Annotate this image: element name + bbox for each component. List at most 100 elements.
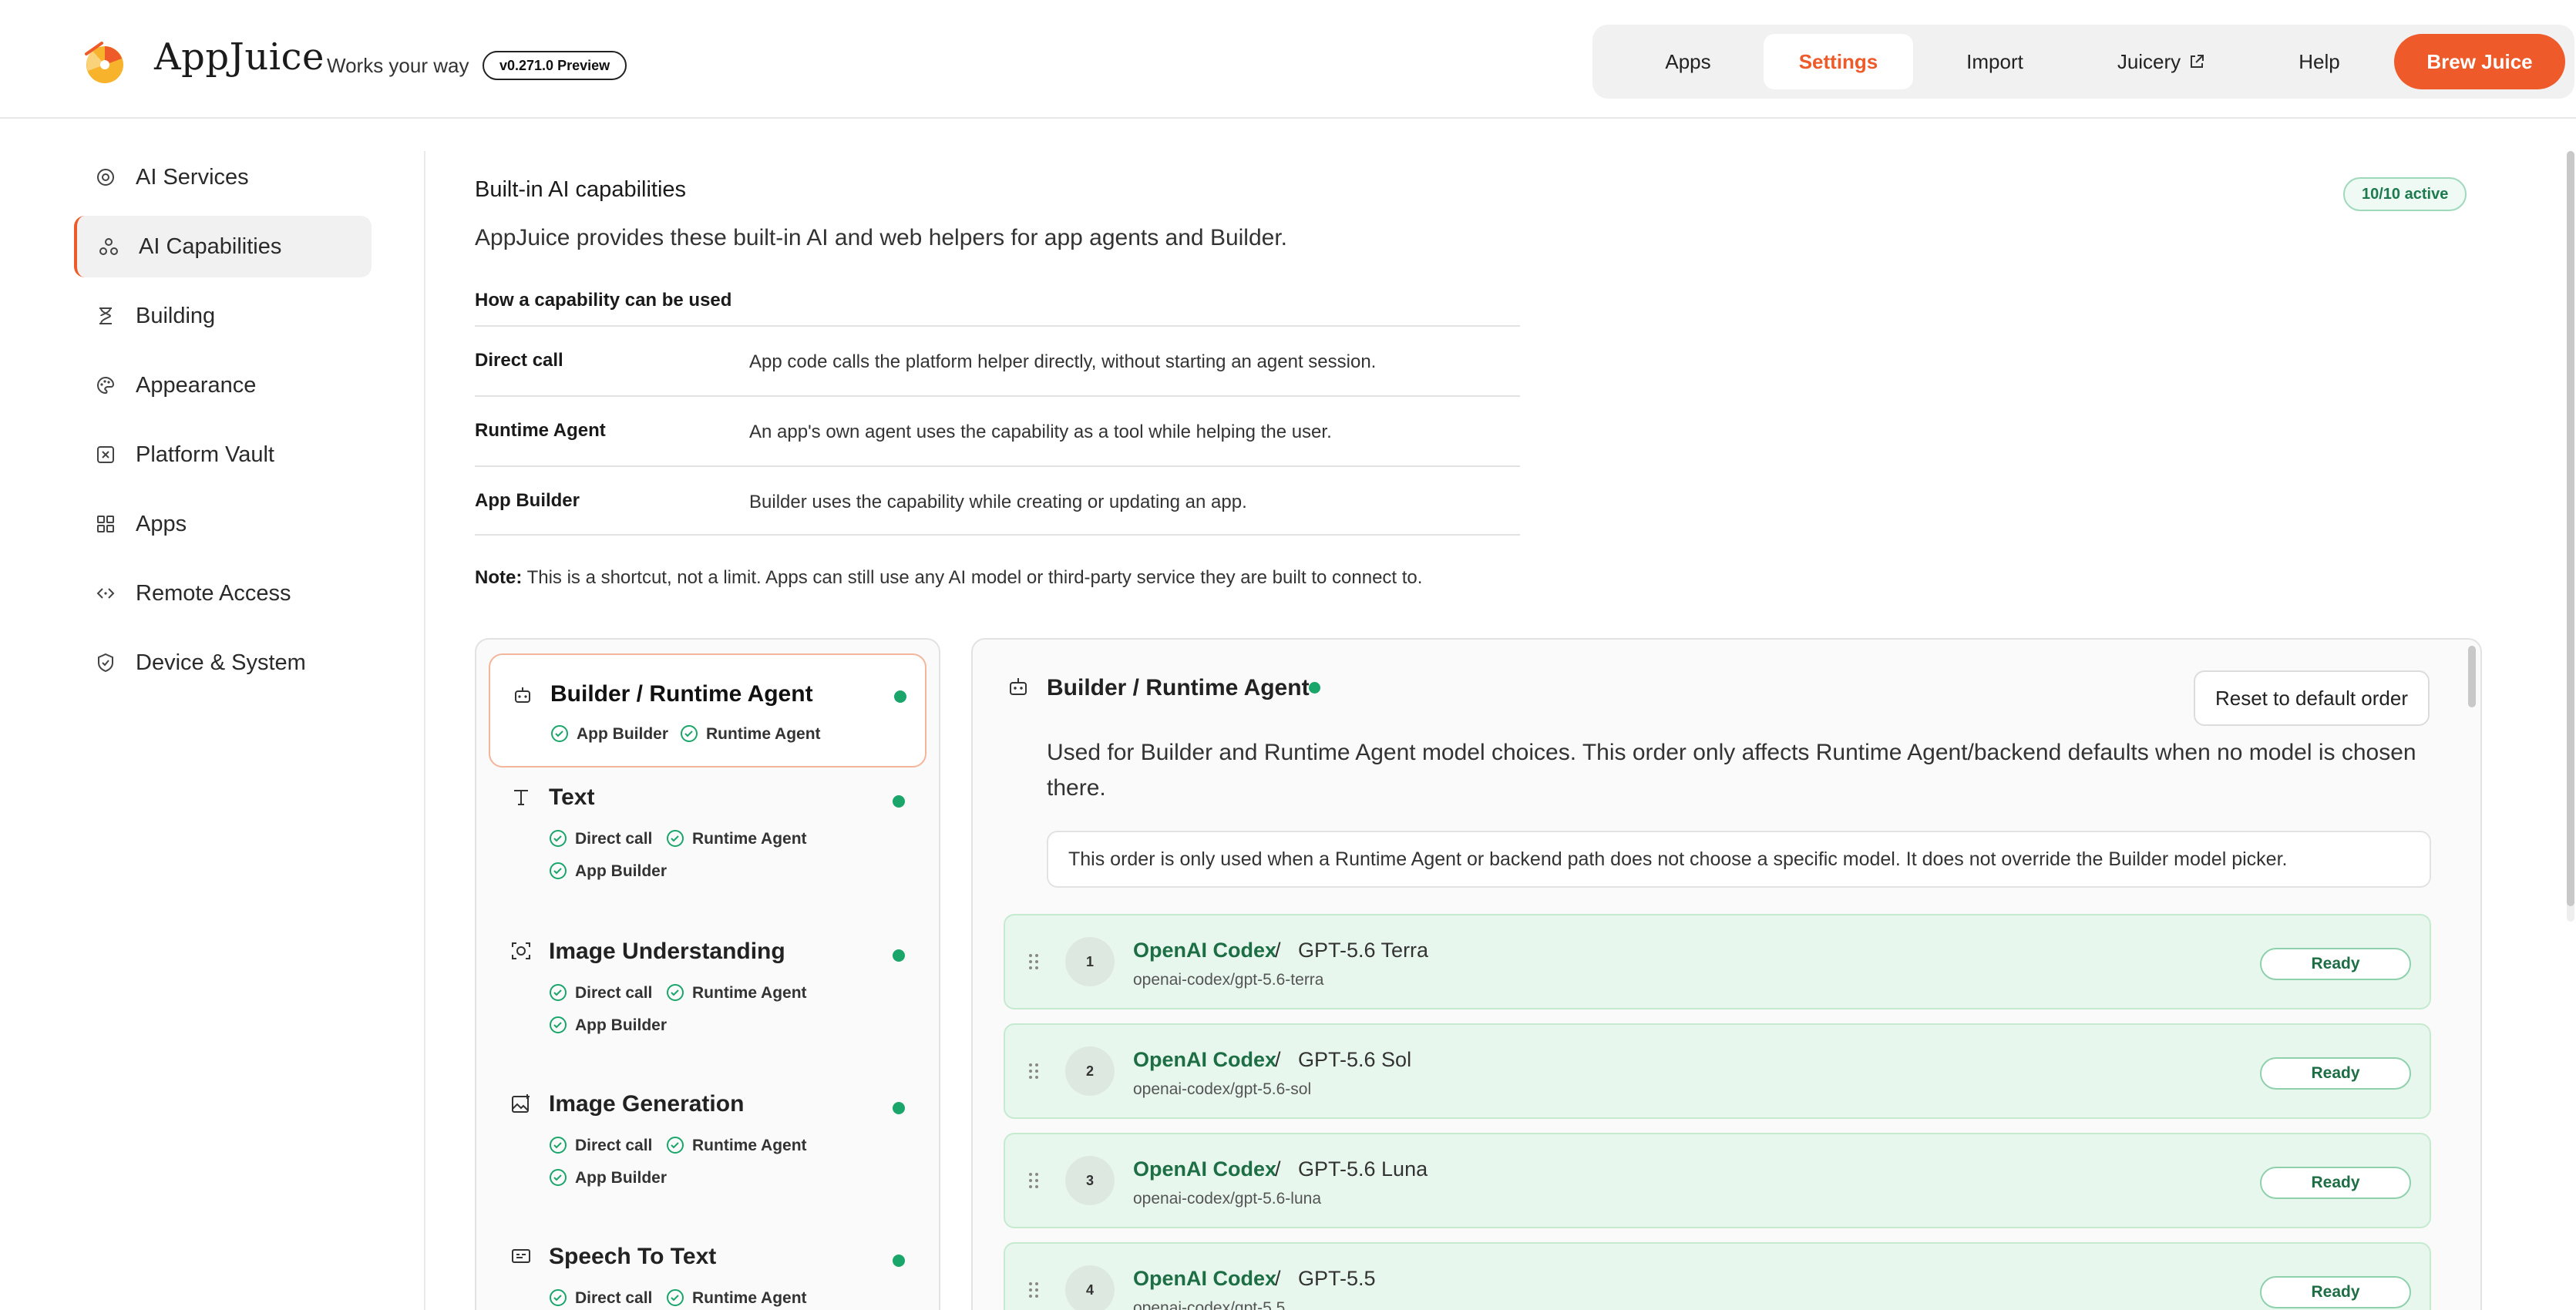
- sidebar-item-platform-vault[interactable]: Platform Vault: [74, 424, 372, 485]
- brew-juice-button[interactable]: Brew Juice: [2394, 34, 2565, 89]
- usage-value: An app's own agent uses the capability a…: [749, 422, 1332, 442]
- nav-settings[interactable]: Settings: [1764, 34, 1913, 89]
- capability-tag: Runtime Agent: [666, 983, 807, 1003]
- separator: /: [1275, 1048, 1281, 1071]
- sidebar-item-label: Platform Vault: [136, 442, 274, 467]
- separator: /: [1275, 1267, 1281, 1290]
- detail-scrollbar[interactable]: [2468, 646, 2476, 707]
- model-id: openai-codex/gpt-5.6-sol: [1133, 1080, 1312, 1098]
- drag-handle-icon[interactable]: [1028, 1281, 1039, 1299]
- capability-tag: Runtime Agent: [666, 1136, 807, 1155]
- nav-import[interactable]: Import: [1921, 34, 2069, 89]
- capability-tag: Direct call: [549, 829, 652, 848]
- capability-item-builder-runtime-agent[interactable]: Builder / Runtime Agent App Builder Runt…: [489, 653, 926, 768]
- page-title: Built-in AI capabilities: [475, 177, 687, 202]
- capability-detail-panel: Builder / Runtime Agent Reset to default…: [971, 638, 2482, 1310]
- sidebar-item-ai-services[interactable]: AI Services: [74, 146, 372, 208]
- sidebar-item-remote-access[interactable]: Remote Access: [74, 563, 372, 624]
- usage-row: Direct call App code calls the platform …: [475, 325, 1520, 395]
- appjuice-logo[interactable]: [80, 39, 126, 85]
- sidebar-item-building[interactable]: Building: [74, 285, 372, 347]
- external-link-icon: [2191, 55, 2204, 68]
- robot-icon: [1010, 678, 1027, 695]
- model-rank: 2: [1065, 1046, 1115, 1096]
- capability-tag: App Builder: [549, 1016, 667, 1035]
- detail-title: Builder / Runtime Agent: [1047, 675, 1310, 700]
- capability-item-image-understanding[interactable]: Image Understanding Direct call Runtime …: [489, 934, 926, 1065]
- drag-handle-icon[interactable]: [1028, 1171, 1039, 1190]
- check-circle-icon: [550, 830, 567, 847]
- capability-name: Text: [549, 784, 595, 810]
- sidebar-item-apps[interactable]: Apps: [74, 493, 372, 555]
- vault-icon: [97, 446, 114, 463]
- detail-info-box: This order is only used when a Runtime A…: [1047, 831, 2431, 888]
- capability-name: Speech To Text: [549, 1244, 717, 1269]
- sidebar-item-appearance[interactable]: Appearance: [74, 354, 372, 416]
- top-header: AppJuice Works your way v0.271.0 Preview…: [0, 0, 2576, 119]
- capability-tag-label: Direct call: [575, 1137, 653, 1154]
- check-circle-icon: [550, 984, 567, 1001]
- nav-apps[interactable]: Apps: [1622, 34, 1754, 89]
- robot-icon: [515, 687, 530, 703]
- sidebar-item-device-system[interactable]: Device & System: [74, 632, 372, 694]
- drag-handle-icon[interactable]: [1028, 952, 1039, 971]
- capability-tag-label: Runtime Agent: [692, 1137, 807, 1154]
- model-name: GPT-5.6 Sol: [1298, 1048, 1412, 1071]
- model-status-badge: Ready: [2260, 948, 2411, 980]
- nav-juicery-label: Juicery: [2117, 50, 2181, 73]
- capability-tag: App Builder: [549, 1168, 667, 1187]
- model-row[interactable]: 2 OpenAI Codex / GPT-5.6 Sol openai-code…: [1004, 1023, 2431, 1119]
- capability-tag-label: Direct call: [575, 1289, 653, 1307]
- image-scan-icon: [512, 942, 530, 959]
- captions-icon: [512, 1249, 530, 1263]
- sidebar-item-label: Appearance: [136, 373, 257, 398]
- model-row[interactable]: 4 OpenAI Codex / GPT-5.5 openai-codex/gp…: [1004, 1242, 2431, 1310]
- model-row[interactable]: 3 OpenAI Codex / GPT-5.6 Luna openai-cod…: [1004, 1133, 2431, 1228]
- capability-item-speech-to-text[interactable]: Speech To Text Direct call Runtime Agent: [489, 1239, 926, 1310]
- usage-key: Runtime Agent: [475, 420, 606, 441]
- active-count-badge: 10/10 active: [2343, 177, 2467, 211]
- usage-row: Runtime Agent An app's own agent uses th…: [475, 395, 1520, 465]
- capability-tag: Direct call: [549, 1288, 652, 1308]
- sidebar-item-label: AI Services: [136, 165, 249, 190]
- check-circle-icon: [551, 725, 568, 742]
- usage-key: App Builder: [475, 490, 580, 511]
- capabilities-icon: [99, 238, 118, 255]
- check-circle-icon: [550, 1289, 567, 1306]
- capability-tag: Runtime Agent: [680, 724, 821, 744]
- status-dot: [894, 690, 906, 703]
- nav-juicery[interactable]: Juicery: [2077, 34, 2246, 89]
- text-icon: [514, 790, 528, 805]
- detail-description: Used for Builder and Runtime Agent model…: [1047, 740, 2416, 801]
- sidebar-item-ai-capabilities[interactable]: AI Capabilities: [74, 216, 372, 277]
- capability-tag-label: Direct call: [575, 830, 653, 848]
- capability-tag: Runtime Agent: [666, 829, 807, 848]
- capability-item-image-generation[interactable]: Image Generation Direct call Runtime Age…: [489, 1087, 926, 1218]
- page-scrollbar[interactable]: [2567, 151, 2574, 922]
- drag-handle-icon[interactable]: [1028, 1062, 1039, 1080]
- reset-order-button[interactable]: Reset to default order: [2194, 670, 2430, 726]
- capability-tag-label: App Builder: [577, 725, 668, 743]
- palette-icon: [97, 376, 115, 395]
- capability-name: Image Generation: [549, 1091, 745, 1117]
- model-id: openai-codex/gpt-5.6-terra: [1133, 971, 1324, 989]
- capability-item-text[interactable]: Text Direct call Runtime Agent App Build…: [489, 780, 926, 911]
- capability-name: Image Understanding: [549, 939, 785, 964]
- brand-name[interactable]: AppJuice: [154, 35, 325, 79]
- check-circle-icon: [550, 1137, 567, 1154]
- capability-tag-label: Runtime Agent: [692, 984, 807, 1002]
- capability-name: Builder / Runtime Agent: [550, 681, 813, 707]
- nav-help[interactable]: Help: [2254, 34, 2385, 89]
- image-gen-icon: [512, 1094, 530, 1113]
- page-scrollbar-thumb[interactable]: [2567, 151, 2574, 906]
- sidebar-item-label: Building: [136, 304, 216, 328]
- model-provider: OpenAI Codex: [1133, 1048, 1277, 1071]
- capability-tag: App Builder: [550, 724, 668, 744]
- model-id: openai-codex/gpt-5.6-luna: [1133, 1190, 1322, 1208]
- model-row[interactable]: 1 OpenAI Codex / GPT-5.6 Terra openai-co…: [1004, 914, 2431, 1009]
- note-text: This is a shortcut, not a limit. Apps ca…: [526, 567, 1423, 588]
- sidebar-item-label: AI Capabilities: [139, 234, 282, 259]
- usage-table: Direct call App code calls the platform …: [475, 325, 1520, 536]
- capability-tag: Direct call: [549, 983, 652, 1003]
- grid-icon: [97, 516, 114, 532]
